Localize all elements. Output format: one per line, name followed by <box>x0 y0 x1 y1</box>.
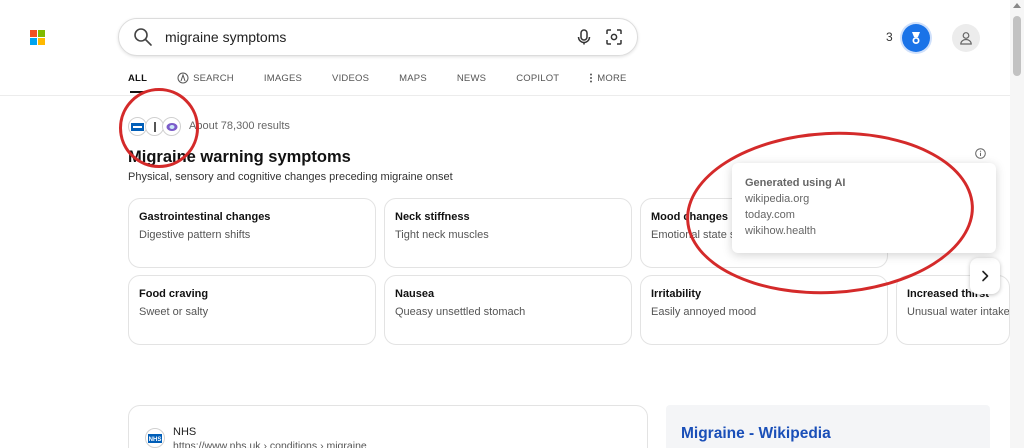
card-description: Easily annoyed mood <box>651 306 757 318</box>
card-description: Tight neck muscles <box>395 229 489 241</box>
answer-title: Migraine warning symptoms <box>128 148 351 166</box>
knowledge-panel-title[interactable]: Migraine - Wikipedia <box>681 425 831 443</box>
brain-logo-icon <box>166 122 177 131</box>
more-vertical-icon <box>590 73 593 83</box>
search-result-card[interactable]: NHS NHS https://www.nhs.uk › conditions … <box>128 405 648 448</box>
search-input[interactable]: migraine symptoms <box>165 29 563 45</box>
symptom-card[interactable]: Nausea Queasy unsettled stomach <box>384 275 632 345</box>
tab-videos[interactable]: VIDEOS <box>332 73 369 84</box>
chevron-right-icon <box>982 270 989 282</box>
popup-source-link[interactable]: wikihow.health <box>745 225 983 237</box>
card-title: Neck stiffness <box>395 211 470 223</box>
popup-source-link[interactable]: today.com <box>745 209 983 221</box>
symptom-card[interactable]: Irritability Easily annoyed mood <box>640 275 888 345</box>
results-count: About 78,300 results <box>189 120 290 132</box>
rewards-count[interactable]: 3 <box>886 30 893 44</box>
tab-more-label: MORE <box>597 72 627 84</box>
logo-square-blue <box>30 38 37 45</box>
card-title: Irritability <box>651 288 702 300</box>
card-title: Gastrointestinal changes <box>139 211 271 223</box>
logo-square-red <box>30 30 37 37</box>
tab-images[interactable]: IMAGES <box>264 73 302 84</box>
answer-source-icons[interactable] <box>128 117 181 136</box>
tab-news[interactable]: NEWS <box>457 73 486 84</box>
card-title: Food craving <box>139 288 209 300</box>
copilot-icon <box>177 72 189 84</box>
tab-all-label: ALL <box>128 72 148 84</box>
card-description: Sweet or salty <box>139 306 209 318</box>
result-site-name[interactable]: NHS <box>173 426 196 438</box>
popup-source-link[interactable]: wikipedia.org <box>745 193 983 205</box>
card-description: Digestive pattern shifts <box>139 229 251 241</box>
site-favicon-icon: NHS <box>145 428 165 448</box>
microphone-icon[interactable] <box>575 28 593 46</box>
scrollbar-thumb[interactable] <box>1013 16 1021 76</box>
tab-maps-label: MAPS <box>399 72 427 84</box>
profile-button[interactable] <box>952 24 980 52</box>
card-description: Queasy unsettled stomach <box>395 306 526 318</box>
medal-glyph-icon <box>912 32 920 44</box>
logo-square-green <box>38 30 45 37</box>
wiki-logo-icon <box>153 121 156 132</box>
tab-copilot-label: COPILOT <box>516 72 560 84</box>
logo-square-yellow <box>38 38 45 45</box>
rewards-medal-icon[interactable] <box>902 24 930 52</box>
profile-icon <box>960 32 972 45</box>
symptom-card[interactable]: Gastrointestinal changes Digestive patte… <box>128 198 376 268</box>
header-divider <box>0 95 1010 96</box>
ai-sources-popup: Generated using AI wikipedia.org today.c… <box>732 163 996 253</box>
answer-subtitle: Physical, sensory and cognitive changes … <box>128 171 453 183</box>
tab-search[interactable]: SEARCH <box>177 72 234 84</box>
tab-news-label: NEWS <box>456 72 487 84</box>
knowledge-panel: Migraine - Wikipedia <box>666 405 990 448</box>
carousel-next-button[interactable] <box>970 258 1000 294</box>
result-url[interactable]: https://www.nhs.uk › conditions › migrai… <box>173 440 367 448</box>
search-nav-tabs: ALL SEARCH IMAGES VIDEOS MAPS NEWS COPIL… <box>128 72 657 84</box>
nhs-logo-icon: NHS <box>148 433 162 443</box>
symptom-card[interactable]: Food craving Sweet or salty <box>128 275 376 345</box>
scroll-up-arrow-icon[interactable] <box>1013 3 1021 8</box>
tab-videos-label: VIDEOS <box>332 72 370 84</box>
source-health-icon[interactable] <box>162 117 181 136</box>
microsoft-logo-icon[interactable] <box>30 30 45 45</box>
tab-images-label: IMAGES <box>263 72 303 84</box>
info-icon[interactable] <box>975 148 986 159</box>
tab-maps[interactable]: MAPS <box>399 73 427 84</box>
popup-title: Generated using AI <box>745 177 846 189</box>
nhs-logo-text: NHS <box>149 437 162 443</box>
tab-more[interactable]: MORE <box>589 73 626 84</box>
search-bar[interactable]: migraine symptoms <box>118 18 638 56</box>
tab-copilot[interactable]: COPILOT <box>516 73 559 84</box>
nhs-logo-icon <box>131 122 144 131</box>
active-tab-indicator <box>130 91 146 93</box>
visual-search-icon[interactable] <box>605 28 623 46</box>
search-icon[interactable] <box>133 27 153 47</box>
tab-search-label: SEARCH <box>193 72 234 84</box>
card-title: Nausea <box>395 288 435 300</box>
page-scrollbar[interactable] <box>1010 0 1024 448</box>
card-description: Unusual water intake <box>907 306 1010 318</box>
symptom-card[interactable]: Neck stiffness Tight neck muscles <box>384 198 632 268</box>
tab-all[interactable]: ALL <box>128 73 147 84</box>
